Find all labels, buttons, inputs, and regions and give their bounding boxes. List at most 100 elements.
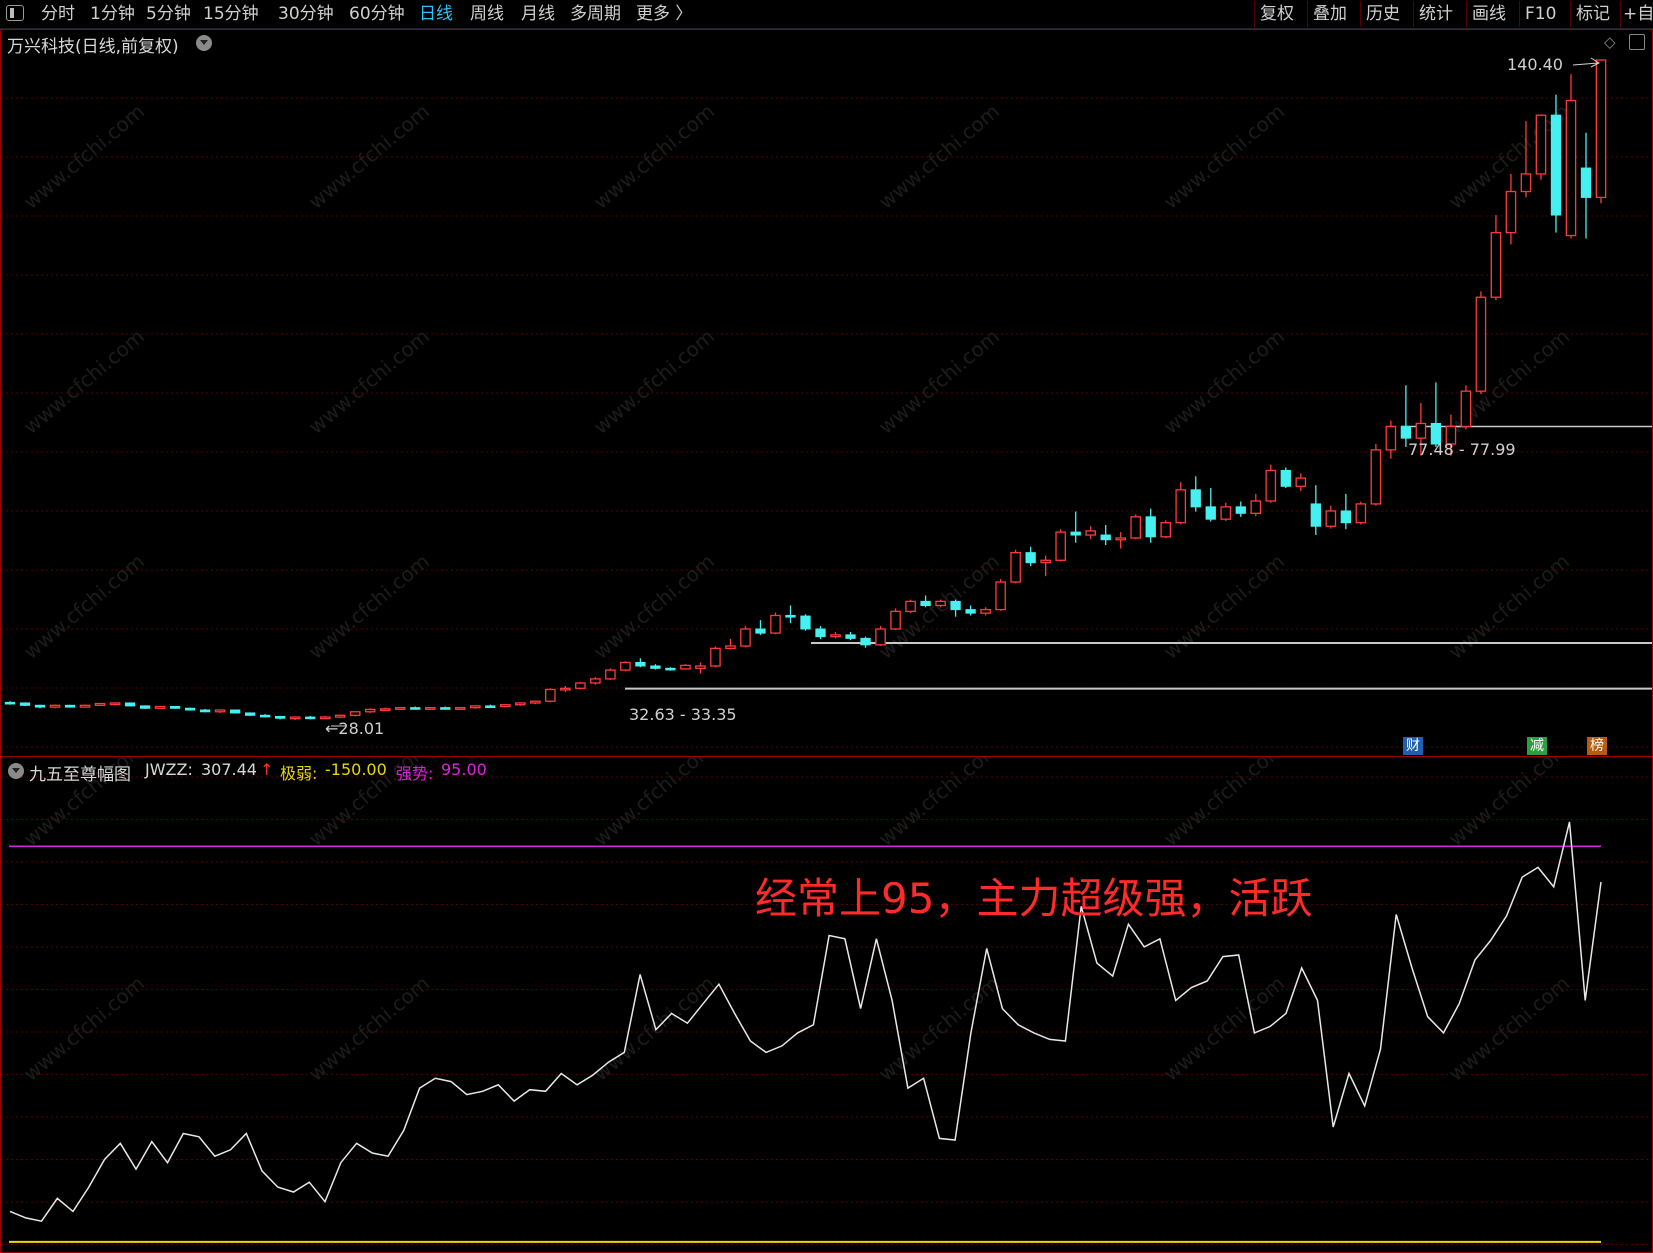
candle-body-up (725, 645, 736, 650)
candle (184, 707, 196, 711)
candle (935, 599, 946, 608)
draw-line-button[interactable]: 画线 (1466, 1, 1511, 27)
candle (1040, 555, 1051, 577)
watermark-text: www.cfchi.com (304, 549, 434, 664)
candle (965, 605, 976, 616)
candle (800, 614, 811, 631)
candle-body-down (184, 707, 196, 711)
custom-add-button[interactable]: +自 (1620, 1, 1653, 27)
candle (1235, 501, 1246, 517)
watermark-text: www.cfchi.com (304, 324, 434, 439)
candle-body-up (1115, 537, 1127, 541)
period-tab-more[interactable]: 更多 〉 (636, 2, 692, 26)
indicator-name: 九五至尊幅图 (29, 765, 131, 785)
candle (1505, 173, 1517, 245)
high-price-label: 140.40 (1507, 55, 1563, 74)
candle-body-up (680, 664, 691, 670)
candle (34, 704, 46, 709)
candle (860, 636, 871, 648)
indicator-dropdown-icon[interactable] (8, 763, 24, 779)
candle-body-down (1235, 506, 1246, 514)
candle-body-up (875, 628, 886, 646)
candle (275, 715, 286, 720)
candle-body-up (1415, 422, 1427, 439)
period-tab-weekly[interactable]: 周线 (470, 2, 504, 26)
candle (830, 631, 841, 639)
candle-body-down (124, 702, 136, 707)
title-dropdown-icon[interactable] (196, 35, 212, 51)
candle-body-up (710, 647, 721, 667)
candle-body-up (620, 661, 631, 671)
candle (1475, 291, 1487, 395)
candle (229, 709, 241, 714)
candle (1145, 508, 1156, 543)
candle (1010, 549, 1021, 584)
candle-body-up (454, 707, 466, 710)
watermark-text: www.cfchi.com (1159, 757, 1289, 851)
candle-body-up (740, 628, 751, 647)
candle-body-up (79, 704, 91, 708)
candle (1325, 505, 1337, 529)
period-tab-15min[interactable]: 15分钟 (203, 2, 259, 26)
period-tab-1min[interactable]: 1分钟 (90, 2, 135, 26)
candle (260, 714, 271, 718)
candle-body-down (1550, 114, 1562, 216)
candle (440, 706, 451, 710)
period-tab-multi[interactable]: 多周期 (570, 2, 621, 26)
candle (1385, 420, 1397, 459)
indicator-grid (1, 776, 1652, 1245)
watermark-text: www.cfchi.com (589, 757, 719, 851)
candle-body-up (575, 682, 586, 689)
kline-panel[interactable]: www.cfchi.com www.cfchi.com www.cfchi.com w… (0, 29, 1653, 757)
period-tab-30min[interactable]: 30分钟 (278, 2, 334, 26)
diamond-icon[interactable]: ◇ (1604, 33, 1616, 51)
range-label-1: 32.63 - 33.35 (629, 705, 737, 724)
period-tab-5min[interactable]: 5分钟 (146, 2, 191, 26)
candle-body-down (199, 709, 211, 713)
history-button[interactable]: 历史 (1360, 1, 1405, 27)
candle (890, 608, 901, 631)
candle-body-up (590, 678, 601, 684)
reduce-badge-icon[interactable]: 减 (1527, 737, 1547, 755)
candle-body-down (1190, 489, 1201, 508)
candle (545, 688, 556, 703)
candle (469, 705, 481, 709)
candle-body-up (560, 687, 571, 691)
period-tab-monthly[interactable]: 月线 (521, 2, 555, 26)
period-tab-60min[interactable]: 60分钟 (349, 2, 405, 26)
watermark-text: www.cfchi.com (589, 324, 719, 439)
watermark-text: www.cfchi.com (874, 971, 1004, 1086)
candle-body-down (1145, 516, 1156, 538)
candle-body-down (260, 714, 271, 718)
candle-body-down (440, 707, 451, 710)
watermark-text: www.cfchi.com (1444, 757, 1574, 851)
period-tab-daily[interactable]: 日线 (419, 2, 453, 26)
candle-body-up (109, 702, 121, 706)
candle-body-up (1520, 173, 1532, 193)
candle-body-down (1580, 167, 1592, 198)
period-tab-fenshi[interactable]: 分时 (41, 2, 75, 26)
candle (1070, 511, 1081, 543)
mark-button[interactable]: 标记 (1570, 1, 1615, 27)
candle-body-down (1025, 552, 1036, 564)
finance-badge-icon[interactable]: 财 (1403, 737, 1423, 755)
qiangshi-label: 强势: (396, 764, 434, 783)
candle (995, 579, 1006, 611)
candle-body-up (1010, 552, 1021, 583)
stats-button[interactable]: 统计 (1413, 1, 1458, 27)
watermark-text: www.cfchi.com (1159, 549, 1289, 664)
panel-toggle-icon[interactable] (6, 5, 24, 21)
f10-button[interactable]: F10 (1519, 1, 1561, 27)
candle (1100, 525, 1111, 546)
overlay-button[interactable]: 叠加 (1307, 1, 1352, 27)
candle-body-down (800, 615, 811, 630)
maximize-icon[interactable] (1629, 34, 1645, 50)
candle-body-down (635, 661, 646, 667)
candle-body-down (305, 716, 316, 720)
watermark-text: www.cfchi.com (19, 324, 149, 439)
candle-body-up (1160, 522, 1172, 538)
rank-badge-icon[interactable]: 榜 (1587, 737, 1607, 755)
indicator-panel[interactable]: www.cfchi.com www.cfchi.com www.cfchi.com w… (0, 756, 1653, 1253)
candle-body-down (4, 701, 16, 705)
fuquan-button[interactable]: 复权 (1254, 1, 1299, 27)
